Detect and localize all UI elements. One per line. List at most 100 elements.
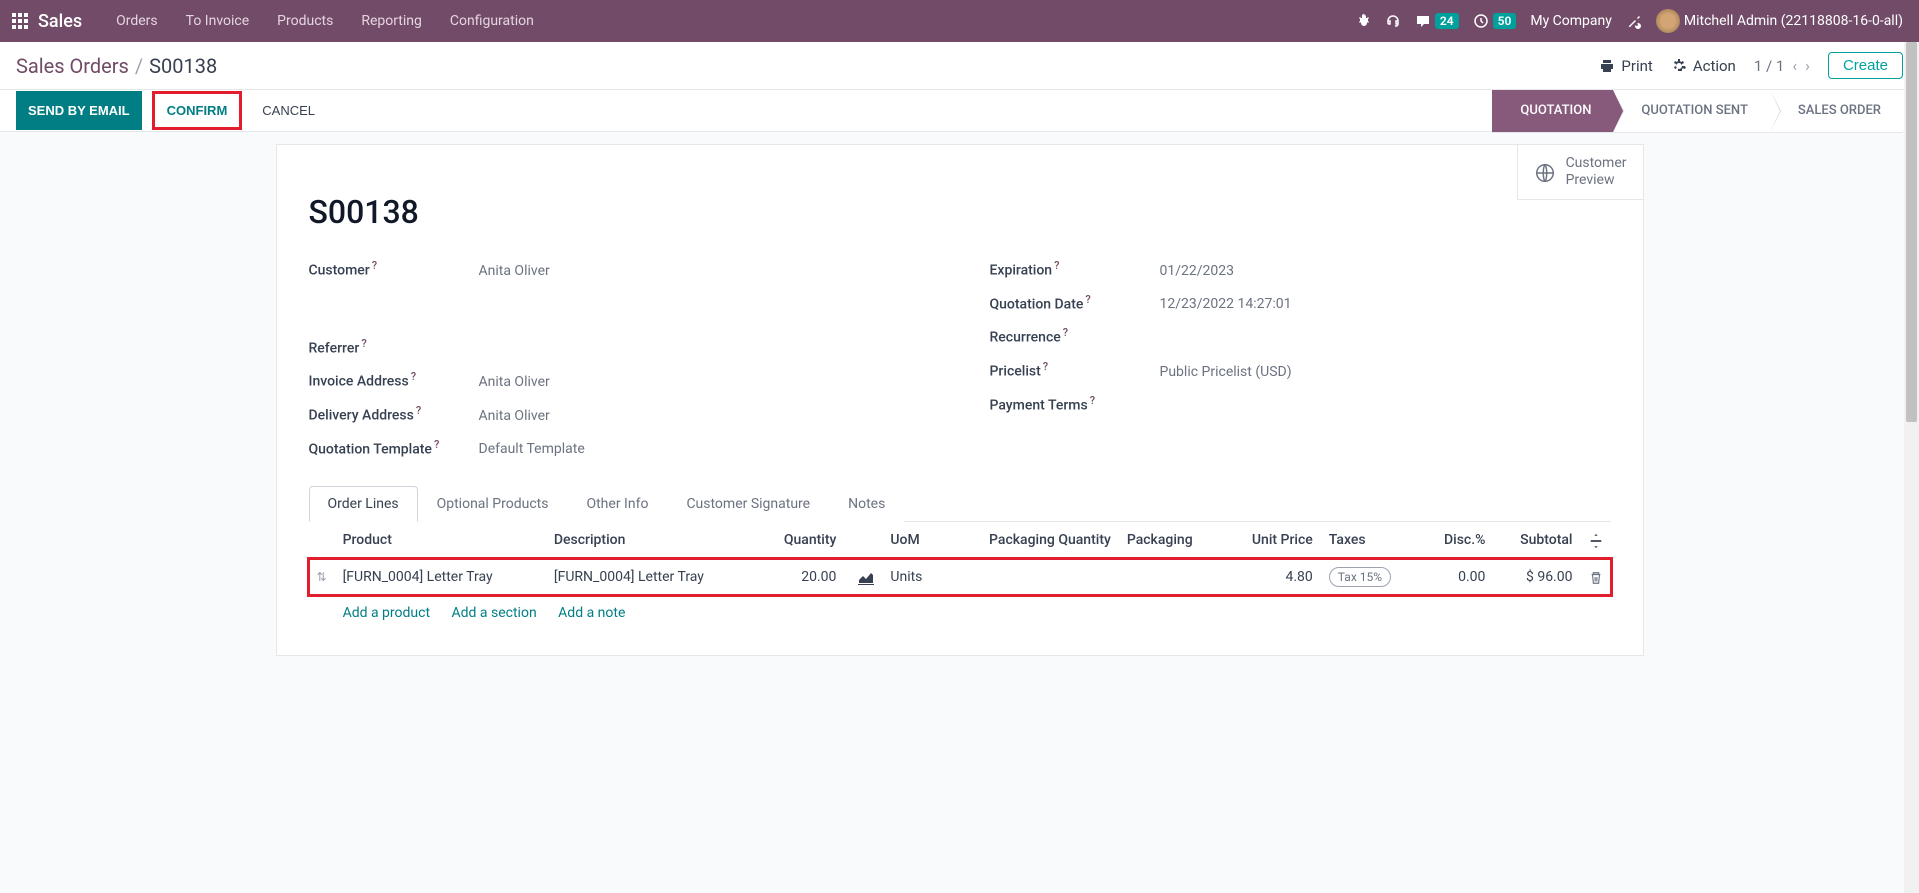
th-packaging-qty[interactable]: Packaging Quantity — [944, 522, 1119, 559]
label-expiration: Expiration? — [990, 259, 1160, 279]
expand-icon[interactable] — [1589, 532, 1603, 548]
cell-unit-price[interactable]: 4.80 — [1223, 559, 1321, 596]
help-icon[interactable]: ? — [411, 370, 416, 383]
th-taxes[interactable]: Taxes — [1321, 522, 1421, 559]
confirm-button[interactable]: CONFIRM — [157, 96, 238, 125]
help-icon[interactable]: ? — [1054, 259, 1059, 272]
help-icon[interactable]: ? — [361, 337, 366, 350]
messages-icon[interactable]: 24 — [1415, 13, 1459, 29]
tab-customer-signature[interactable]: Customer Signature — [667, 486, 829, 522]
value-customer[interactable]: Anita Oliver — [479, 263, 550, 279]
help-icon[interactable]: ? — [416, 404, 421, 417]
add-row: Add a product Add a section Add a note — [309, 595, 1611, 631]
customer-preview-button[interactable]: Customer Preview — [1517, 145, 1643, 200]
gear-icon — [1671, 58, 1687, 74]
form-sheet: Customer Preview S00138 Customer? Anita … — [276, 144, 1644, 656]
debug-icon[interactable] — [1355, 13, 1371, 29]
pager: 1 / 1 ‹ › — [1754, 56, 1810, 75]
value-invoice-address[interactable]: Anita Oliver — [479, 374, 550, 390]
control-bar: Sales Orders / S00138 Print Action 1 / 1… — [0, 42, 1919, 90]
app-brand[interactable]: Sales — [38, 11, 82, 32]
breadcrumb-current: S00138 — [149, 54, 217, 78]
cell-description[interactable]: [FURN_0004] Letter Tray — [546, 559, 757, 596]
cell-product[interactable]: [FURN_0004] Letter Tray — [335, 559, 546, 596]
messages-badge: 24 — [1435, 13, 1459, 29]
th-uom[interactable]: UoM — [882, 522, 943, 559]
cell-subtotal: $ 96.00 — [1493, 559, 1580, 596]
th-disc[interactable]: Disc.% — [1420, 522, 1493, 559]
add-note-link[interactable]: Add a note — [558, 605, 625, 621]
value-delivery-address[interactable]: Anita Oliver — [479, 408, 550, 424]
add-product-link[interactable]: Add a product — [343, 605, 430, 621]
nav-products[interactable]: Products — [263, 0, 347, 42]
top-navbar: Sales Orders To Invoice Products Reporti… — [0, 0, 1919, 42]
tab-optional-products[interactable]: Optional Products — [418, 486, 568, 522]
pager-next[interactable]: › — [1805, 56, 1810, 75]
value-expiration[interactable]: 01/22/2023 — [1160, 263, 1235, 279]
avatar — [1656, 9, 1680, 33]
th-packaging[interactable]: Packaging — [1119, 522, 1223, 559]
cell-disc[interactable]: 0.00 — [1420, 559, 1493, 596]
label-quotation-date: Quotation Date? — [990, 293, 1160, 313]
create-button[interactable]: Create — [1828, 52, 1903, 79]
help-icon[interactable]: ? — [434, 438, 439, 451]
cell-packaging-qty[interactable] — [944, 559, 1119, 596]
apps-icon[interactable] — [12, 13, 28, 29]
th-subtotal[interactable]: Subtotal — [1493, 522, 1580, 559]
value-pricelist[interactable]: Public Pricelist (USD) — [1160, 364, 1292, 380]
th-quantity[interactable]: Quantity — [757, 522, 844, 559]
stage-quotation-sent[interactable]: QUOTATION SENT — [1613, 89, 1769, 133]
stage-quotation[interactable]: QUOTATION — [1492, 89, 1613, 133]
tab-order-lines[interactable]: Order Lines — [309, 486, 418, 522]
drag-handle-icon[interactable]: ⇅ — [317, 570, 327, 584]
th-unit-price[interactable]: Unit Price — [1223, 522, 1321, 559]
activities-icon[interactable]: 50 — [1473, 13, 1517, 29]
send-by-email-button[interactable]: SEND BY EMAIL — [16, 91, 142, 130]
print-button[interactable]: Print — [1599, 57, 1652, 75]
status-bar: SEND BY EMAIL CONFIRM CANCEL QUOTATION Q… — [0, 90, 1919, 132]
company-switcher[interactable]: My Company — [1530, 13, 1612, 29]
label-quotation-template: Quotation Template? — [309, 438, 479, 458]
nav-to-invoice[interactable]: To Invoice — [172, 0, 264, 42]
trash-icon[interactable] — [1589, 569, 1603, 585]
breadcrumb: Sales Orders / S00138 — [16, 54, 217, 78]
cell-quantity[interactable]: 20.00 — [757, 559, 844, 596]
nav-orders[interactable]: Orders — [102, 0, 172, 42]
stage-sales-order[interactable]: SALES ORDER — [1770, 89, 1903, 133]
value-quotation-template[interactable]: Default Template — [479, 441, 585, 457]
nav-reporting[interactable]: Reporting — [347, 0, 436, 42]
add-section-link[interactable]: Add a section — [452, 605, 537, 621]
scrollbar-thumb[interactable] — [1906, 42, 1917, 422]
forecast-icon[interactable] — [858, 569, 874, 585]
tab-notes[interactable]: Notes — [829, 486, 904, 522]
help-icon[interactable]: ? — [1085, 293, 1090, 306]
order-name: S00138 — [309, 193, 1611, 231]
value-quotation-date[interactable]: 12/23/2022 14:27:01 — [1160, 296, 1292, 312]
help-icon[interactable]: ? — [1090, 394, 1095, 407]
label-referrer: Referrer? — [309, 337, 479, 357]
label-pricelist: Pricelist? — [990, 360, 1160, 380]
activities-badge: 50 — [1493, 13, 1517, 29]
action-button[interactable]: Action — [1671, 57, 1736, 75]
tab-other-info[interactable]: Other Info — [567, 486, 667, 522]
nav-configuration[interactable]: Configuration — [436, 0, 548, 42]
th-description[interactable]: Description — [546, 522, 757, 559]
tools-icon[interactable] — [1626, 13, 1642, 29]
cancel-button[interactable]: CANCEL — [252, 91, 325, 130]
help-icon[interactable]: ? — [1063, 326, 1068, 339]
help-icon[interactable]: ? — [372, 259, 377, 272]
table-row[interactable]: ⇅ [FURN_0004] Letter Tray [FURN_0004] Le… — [309, 559, 1611, 596]
pager-prev[interactable]: ‹ — [1792, 56, 1797, 75]
help-icon[interactable]: ? — [1043, 360, 1048, 373]
label-delivery-address: Delivery Address? — [309, 404, 479, 424]
support-icon[interactable] — [1385, 13, 1401, 29]
th-product[interactable]: Product — [335, 522, 546, 559]
breadcrumb-parent[interactable]: Sales Orders — [16, 54, 129, 78]
confirm-highlight: CONFIRM — [152, 91, 243, 130]
label-recurrence: Recurrence? — [990, 326, 1160, 346]
user-menu[interactable]: Mitchell Admin (22118808-16-0-all) — [1656, 9, 1903, 33]
scrollbar[interactable] — [1904, 42, 1919, 893]
cell-uom[interactable]: Units — [882, 559, 943, 596]
cell-taxes[interactable]: Tax 15% — [1321, 559, 1421, 596]
cell-packaging[interactable] — [1119, 559, 1223, 596]
